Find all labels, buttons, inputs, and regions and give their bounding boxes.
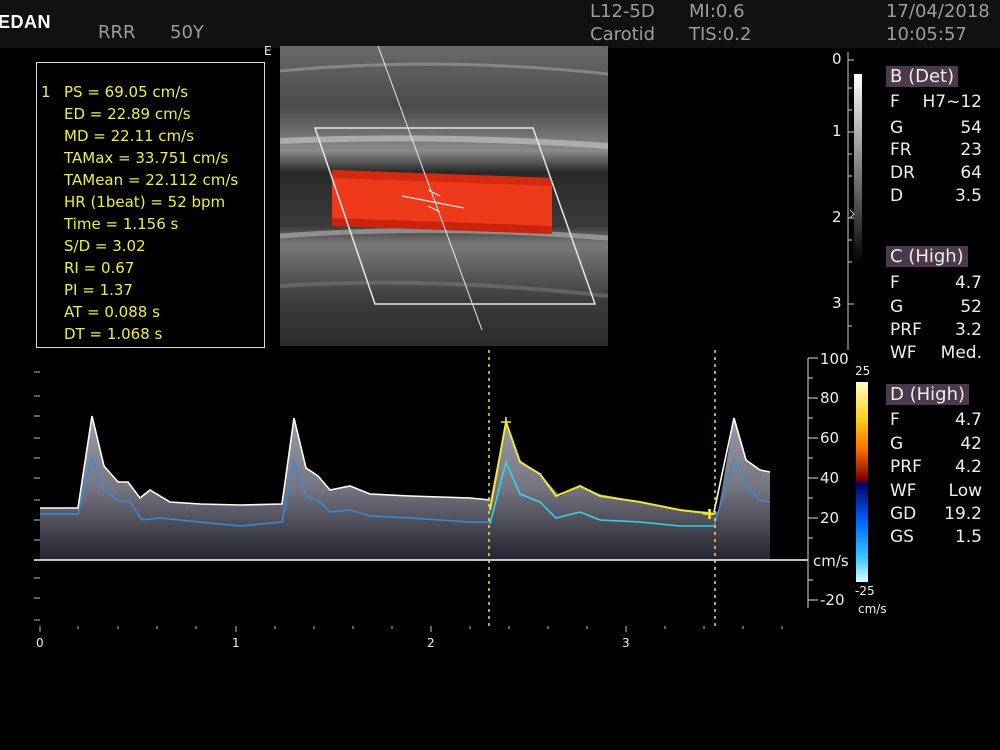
- doppler-spectrum[interactable]: 100 80 60 40 20 cm/s -20 0 1 2 3: [0, 350, 850, 650]
- b-mode-d-label: D: [890, 186, 904, 206]
- d-mode-gd-value: 19.2: [944, 504, 982, 524]
- velocity-label-100: 100: [820, 350, 849, 368]
- c-mode-prf-value: 3.2: [954, 320, 982, 340]
- measurement-time: Time = 1.156 s: [64, 215, 179, 233]
- exam-time: 10:05:57: [886, 24, 967, 45]
- color-velocity-scale: 25 -25 cm/s: [850, 364, 900, 624]
- d-mode-prf-value: 4.2: [954, 457, 982, 477]
- c-mode-wf-label: WF: [890, 343, 917, 363]
- time-label-2: 2: [427, 636, 435, 650]
- velocity-label-60: 60: [820, 429, 840, 447]
- color-scale-unit: cm/s: [858, 602, 887, 616]
- edge-marker: E: [264, 44, 272, 58]
- status-bar: EDAN RRR 50Y L12-5D Carotid MI:0.6 TIS:0…: [0, 0, 1000, 48]
- b-mode-f-value: H7~12: [922, 92, 982, 112]
- velocity-unit: cm/s: [813, 552, 849, 570]
- measurement-ri: RI = 0.67: [64, 259, 135, 277]
- b-mode-title: B (Det): [886, 66, 959, 87]
- exam-date: 17/04/2018: [886, 1, 990, 22]
- time-label-0: 0: [36, 636, 44, 650]
- measurement-results-panel: 1 PS = 69.05 cm/s ED = 22.89 cm/s MD = 2…: [36, 62, 265, 348]
- d-mode-wf-value: Low: [948, 481, 982, 501]
- measurement-index: 1: [41, 83, 51, 101]
- color-scale-bottom: -25: [855, 584, 875, 598]
- c-mode-g-value: 52: [960, 297, 982, 317]
- mi-value: MI:0.6: [689, 1, 745, 22]
- b-mode-d-value: 3.5: [954, 186, 982, 206]
- velocity-label-neg20: -20: [820, 591, 845, 609]
- c-mode-f-value: 4.7: [954, 273, 982, 293]
- measurement-hr: HR (1beat) = 52 bpm: [64, 193, 226, 211]
- d-mode-g-value: 42: [960, 434, 982, 454]
- b-mode-g-value: 54: [960, 118, 982, 138]
- d-mode-gs-value: 1.5: [954, 527, 982, 547]
- depth-scale: 0 1 2 3: [832, 50, 872, 350]
- b-mode-dr-value: 64: [960, 163, 982, 183]
- measurement-tamean: TAMean = 22.112 cm/s: [64, 171, 239, 189]
- color-scale-top: 25: [855, 364, 871, 378]
- c-mode-title: C (High): [886, 246, 968, 267]
- b-mode-fr-label: FR: [890, 140, 912, 160]
- c-mode-f-label: F: [890, 273, 900, 293]
- b-mode-fr-value: 23: [960, 140, 982, 160]
- depth-label-1: 1: [832, 122, 842, 140]
- time-label-1: 1: [232, 636, 240, 650]
- parameter-panel: B (Det) F H7~12 G 54 FR 23 DR 64 D 3.5 C…: [884, 66, 1000, 556]
- d-mode-f-value: 4.7: [954, 410, 982, 430]
- b-mode-g-label: G: [890, 118, 904, 138]
- velocity-label-20: 20: [820, 509, 840, 527]
- c-mode-g-label: G: [890, 297, 904, 317]
- measurement-ps: PS = 69.05 cm/s: [64, 83, 189, 101]
- preset-label: Carotid: [590, 24, 656, 45]
- depth-label-2: 2: [832, 208, 842, 226]
- brand-logo: EDAN: [0, 12, 52, 32]
- patient-age: 50Y: [170, 22, 204, 43]
- b-mode-f-label: F: [890, 92, 900, 112]
- measurement-md: MD = 22.11 cm/s: [64, 127, 195, 145]
- c-mode-wf-value: Med.: [940, 343, 982, 363]
- velocity-label-40: 40: [820, 469, 840, 487]
- velocity-label-80: 80: [820, 389, 840, 407]
- color-doppler-image[interactable]: [279, 45, 609, 346]
- measurement-at: AT = 0.088 s: [64, 303, 160, 321]
- measurement-pi: PI = 1.37: [64, 281, 133, 299]
- measurement-sd: S/D = 3.02: [64, 237, 146, 255]
- probe-label: L12-5D: [590, 1, 655, 22]
- measurement-ed: ED = 22.89 cm/s: [64, 105, 191, 123]
- c-mode-prf-label: PRF: [890, 320, 922, 340]
- tis-value: TIS:0.2: [689, 24, 752, 45]
- b-mode-dr-label: DR: [890, 163, 915, 183]
- measurement-dt: DT = 1.068 s: [64, 325, 163, 343]
- patient-name: RRR: [98, 22, 136, 43]
- depth-label-0: 0: [832, 50, 842, 68]
- depth-label-3: 3: [832, 294, 842, 312]
- time-label-3: 3: [622, 636, 630, 650]
- measurement-tamax: TAMax = 33.751 cm/s: [64, 149, 229, 167]
